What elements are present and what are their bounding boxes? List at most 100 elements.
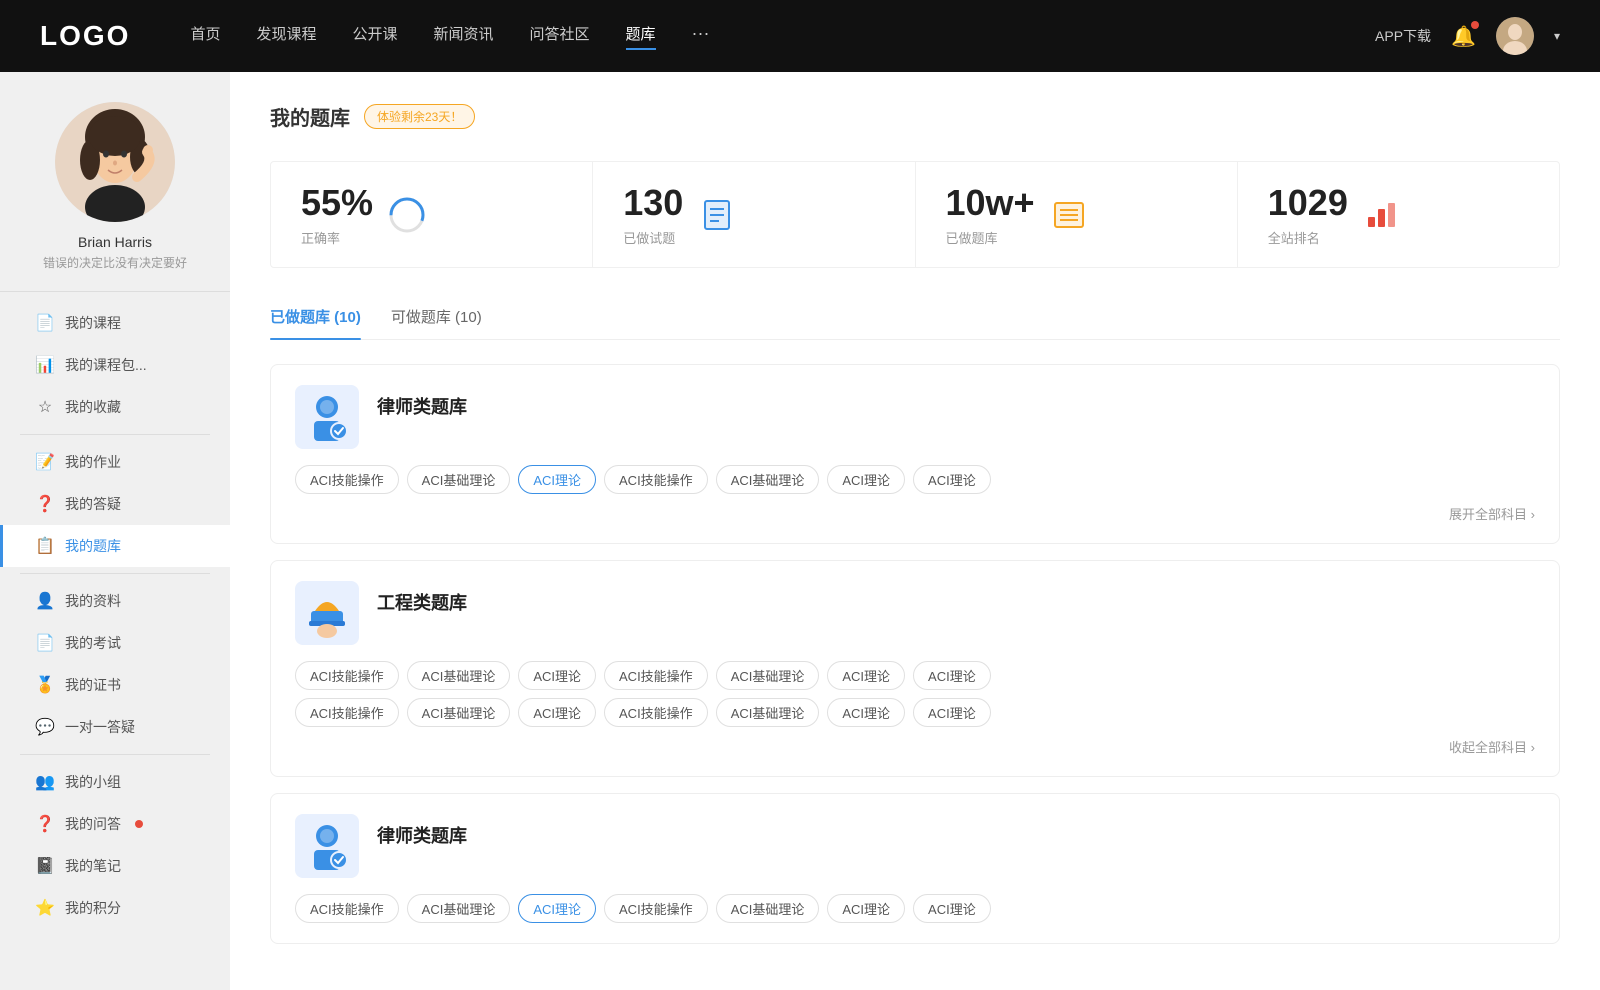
sidebar-item-1on1[interactable]: 💬 一对一答疑 — [0, 706, 230, 748]
tags-row-2a: ACI技能操作 ACI基础理论 ACI理论 ACI技能操作 ACI基础理论 AC… — [295, 661, 1535, 690]
tag[interactable]: ACI基础理论 — [716, 894, 820, 923]
tag[interactable]: ACI基础理论 — [407, 698, 511, 727]
tag[interactable]: ACI技能操作 — [604, 661, 708, 690]
collapse-link-2[interactable]: 收起全部科目 › — [295, 737, 1535, 756]
nav-link-discover[interactable]: 发现课程 — [256, 23, 316, 50]
banks-list-icon — [1049, 195, 1089, 235]
nav-link-qa[interactable]: 问答社区 — [530, 23, 590, 50]
sidebar-profile: Brian Harris 错误的决定比没有决定要好 — [0, 102, 230, 292]
tag[interactable]: ACI基础理论 — [716, 661, 820, 690]
tag[interactable]: ACI理论 — [913, 465, 991, 494]
sidebar-item-points[interactable]: ⭐ 我的积分 — [0, 887, 230, 929]
nav-link-bank[interactable]: 题库 — [626, 23, 656, 50]
lawyer-bank-icon-3 — [295, 814, 359, 878]
tag[interactable]: ACI基础理论 — [716, 698, 820, 727]
profile-avatar — [55, 102, 175, 222]
bank-header-3: 律师类题库 — [295, 814, 1535, 878]
sidebar-item-label: 一对一答疑 — [65, 717, 135, 737]
sidebar-item-question-bank[interactable]: 📋 我的题库 — [0, 525, 230, 567]
app-download-button[interactable]: APP下载 — [1375, 26, 1431, 46]
user-menu-chevron[interactable]: ▾ — [1554, 29, 1560, 43]
stat-done-questions: 130 已做试题 — [593, 162, 915, 267]
tag[interactable]: ACI理论 — [827, 661, 905, 690]
tag[interactable]: ACI理论 — [827, 894, 905, 923]
sidebar-item-qa[interactable]: ❓ 我的问答 — [0, 803, 230, 845]
profile-icon: 👤 — [35, 591, 55, 611]
tag[interactable]: ACI基础理论 — [407, 465, 511, 494]
sidebar-menu: 📄 我的课程 📊 我的课程包... ☆ 我的收藏 📝 我的作业 ❓ 我的答疑 � — [0, 302, 230, 929]
sidebar-item-label: 我的课程 — [65, 313, 121, 333]
tag[interactable]: ACI技能操作 — [295, 465, 399, 494]
tag[interactable]: ACI理论 — [518, 698, 596, 727]
sidebar-divider-2 — [20, 573, 210, 574]
nav-link-home[interactable]: 首页 — [190, 23, 220, 50]
nav-logo: LOGO — [40, 20, 130, 52]
sidebar-item-label: 我的笔记 — [65, 856, 121, 876]
tag-active[interactable]: ACI理论 — [518, 894, 596, 923]
nav-link-open[interactable]: 公开课 — [352, 23, 397, 50]
tag[interactable]: ACI技能操作 — [604, 698, 708, 727]
tags-row-3: ACI技能操作 ACI基础理论 ACI理论 ACI技能操作 ACI基础理论 AC… — [295, 894, 1535, 923]
sidebar-item-answers[interactable]: ❓ 我的答疑 — [0, 483, 230, 525]
sidebar-divider-3 — [20, 754, 210, 755]
star-icon: ☆ — [35, 397, 55, 417]
tag-active[interactable]: ACI理论 — [518, 465, 596, 494]
tag[interactable]: ACI技能操作 — [604, 465, 708, 494]
stats-row: 55% 正确率 130 已做试题 — [270, 161, 1560, 268]
tag[interactable]: ACI基础理论 — [407, 894, 511, 923]
bank-item-1: 律师类题库 ACI技能操作 ACI基础理论 ACI理论 ACI技能操作 ACI基… — [270, 364, 1560, 544]
notification-bell[interactable]: 🔔 — [1451, 24, 1476, 49]
tag[interactable]: ACI技能操作 — [295, 698, 399, 727]
sidebar-item-label: 我的资料 — [65, 591, 121, 611]
sidebar-item-label: 我的证书 — [65, 675, 121, 695]
sidebar-item-label: 我的积分 — [65, 898, 121, 918]
nav-link-more[interactable]: ··· — [692, 23, 710, 50]
tag[interactable]: ACI基础理论 — [716, 465, 820, 494]
nav-right: APP下载 🔔 ▾ — [1375, 17, 1560, 55]
exam-icon: 📄 — [35, 633, 55, 653]
sidebar-item-label: 我的题库 — [65, 536, 121, 556]
stat-done-banks: 10w+ 已做题库 — [916, 162, 1238, 267]
bank-name-3: 律师类题库 — [377, 822, 467, 848]
tag[interactable]: ACI技能操作 — [604, 894, 708, 923]
stat-accuracy: 55% 正确率 — [271, 162, 593, 267]
tag[interactable]: ACI理论 — [518, 661, 596, 690]
sidebar-item-courses[interactable]: 📄 我的课程 — [0, 302, 230, 344]
bank-header-2: 工程类题库 — [295, 581, 1535, 645]
sidebar-item-favorites[interactable]: ☆ 我的收藏 — [0, 386, 230, 428]
tab-done-banks[interactable]: 已做题库 (10) — [270, 298, 361, 339]
tag[interactable]: ACI理论 — [827, 698, 905, 727]
lawyer-bank-icon-1 — [295, 385, 359, 449]
tag[interactable]: ACI技能操作 — [295, 894, 399, 923]
expand-link-1[interactable]: 展开全部科目 › — [295, 504, 1535, 523]
sidebar-item-course-pkg[interactable]: 📊 我的课程包... — [0, 344, 230, 386]
user-avatar[interactable] — [1496, 17, 1534, 55]
course-pkg-icon: 📊 — [35, 355, 55, 375]
sidebar-item-homework[interactable]: 📝 我的作业 — [0, 441, 230, 483]
accuracy-chart-icon — [387, 195, 427, 235]
stat-info: 130 已做试题 — [623, 182, 683, 247]
sidebar-item-group[interactable]: 👥 我的小组 — [0, 761, 230, 803]
notes-icon: 📓 — [35, 856, 55, 876]
sidebar-item-label: 我的小组 — [65, 772, 121, 792]
tag[interactable]: ACI技能操作 — [295, 661, 399, 690]
sidebar-item-label: 我的作业 — [65, 452, 121, 472]
tag[interactable]: ACI基础理论 — [407, 661, 511, 690]
tab-available-banks[interactable]: 可做题库 (10) — [391, 298, 482, 339]
profile-motto: 错误的决定比没有决定要好 — [43, 254, 187, 271]
sidebar-item-label: 我的收藏 — [65, 397, 121, 417]
tag[interactable]: ACI理论 — [913, 661, 991, 690]
bank-name-2: 工程类题库 — [377, 589, 467, 615]
tag[interactable]: ACI理论 — [827, 465, 905, 494]
chat-icon: 💬 — [35, 717, 55, 737]
sidebar-item-exam[interactable]: 📄 我的考试 — [0, 622, 230, 664]
tag[interactable]: ACI理论 — [913, 698, 991, 727]
sidebar-item-profile[interactable]: 👤 我的资料 — [0, 580, 230, 622]
sidebar-item-certificate[interactable]: 🏅 我的证书 — [0, 664, 230, 706]
nav-link-news[interactable]: 新闻资讯 — [434, 23, 494, 50]
stat-label: 正确率 — [301, 228, 373, 247]
stat-number: 1029 — [1268, 182, 1348, 224]
bell-icon: 🔔 — [1451, 26, 1476, 48]
tag[interactable]: ACI理论 — [913, 894, 991, 923]
sidebar-item-notes[interactable]: 📓 我的笔记 — [0, 845, 230, 887]
